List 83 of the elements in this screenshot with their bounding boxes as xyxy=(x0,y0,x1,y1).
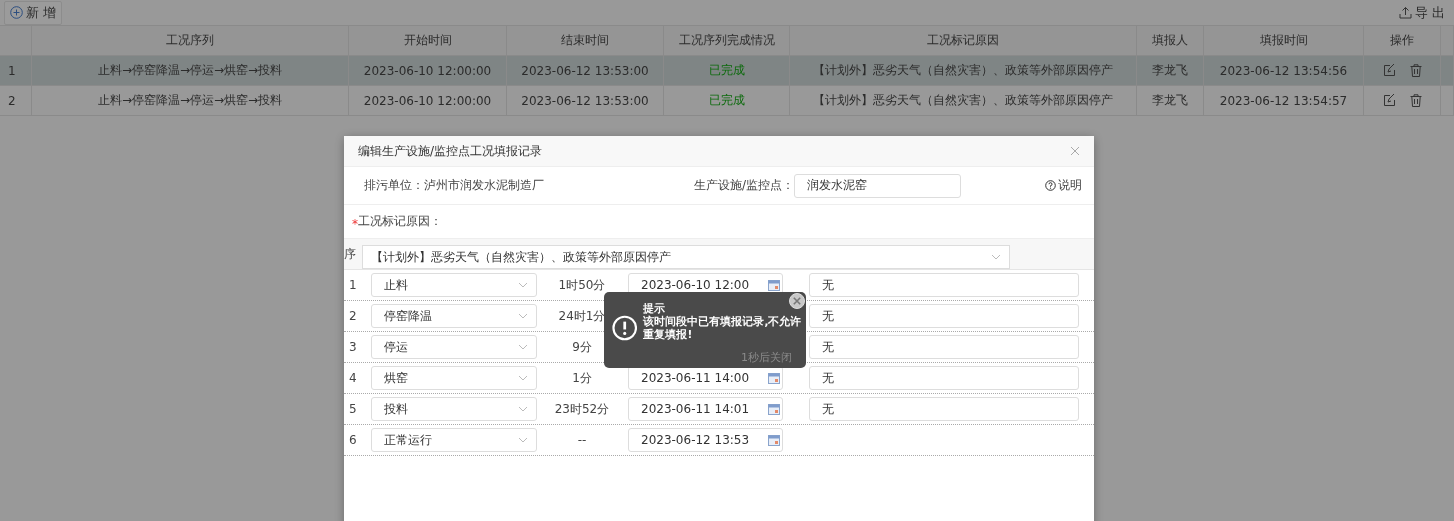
close-icon xyxy=(793,297,801,305)
table-cell: 李龙飞 xyxy=(1137,86,1204,116)
help-link[interactable]: 说明 xyxy=(1058,177,1082,194)
date-field[interactable]: 2023-06-11 14:01 xyxy=(628,397,783,421)
calendar-icon[interactable] xyxy=(768,372,780,384)
condition-select[interactable]: 烘窑 xyxy=(371,366,537,390)
row-number: 1 xyxy=(349,278,357,292)
row-number: 2 xyxy=(349,309,357,323)
edit-icon[interactable] xyxy=(1382,94,1396,107)
column-header: 结束时间 xyxy=(507,26,664,56)
row-number: 3 xyxy=(349,340,357,354)
column-header: 填报人 xyxy=(1137,26,1204,56)
status-cell: 已完成 xyxy=(664,86,790,116)
table-cell: 2023-06-12 13:54:56 xyxy=(1204,56,1364,86)
delete-icon[interactable] xyxy=(1409,94,1422,107)
calendar-icon[interactable] xyxy=(768,434,780,446)
caret-icon xyxy=(991,254,1001,260)
date-field[interactable]: 2023-06-12 13:53 xyxy=(628,428,783,452)
calendar-icon[interactable] xyxy=(768,279,780,291)
unit-label: 排污单位：泸州市润发水泥制造厂 xyxy=(364,177,545,194)
caret-icon xyxy=(518,344,528,350)
duration-text: 24时1分 xyxy=(557,307,607,325)
remark-field[interactable]: 无 xyxy=(809,335,1079,359)
table-cell: 2023-06-10 12:00:00 xyxy=(349,86,507,116)
caret-icon xyxy=(518,375,528,381)
duration-text: -- xyxy=(576,433,588,447)
condition-select[interactable]: 止料 xyxy=(371,273,537,297)
caret-icon xyxy=(518,437,528,443)
export-button[interactable]: 导 出 xyxy=(1393,1,1450,24)
warning-icon xyxy=(612,315,638,341)
table-cell: 止料→停窑降温→停运→烘窑→投料 xyxy=(32,56,349,86)
edit-icon[interactable] xyxy=(1382,64,1396,77)
duration-text: 9分 xyxy=(571,338,593,356)
help-icon[interactable] xyxy=(1045,180,1056,191)
table-cell: 李龙飞 xyxy=(1137,56,1204,86)
table-cell: 2023-06-12 13:53:00 xyxy=(507,86,664,116)
table-cell: 止料→停窑降温→停运→烘窑→投料 xyxy=(32,86,349,116)
table-cell: 2023-06-10 12:00:00 xyxy=(349,56,507,86)
column-header: 开始时间 xyxy=(349,26,507,56)
reason-label: 工况标记原因： xyxy=(358,213,442,230)
row-number: 4 xyxy=(349,371,357,385)
facility-field[interactable]: 润发水泥窑 xyxy=(794,173,961,198)
remark-field[interactable]: 无 xyxy=(809,397,1079,421)
row-number: 5 xyxy=(349,402,357,416)
plus-circle-icon xyxy=(10,6,23,19)
delete-icon[interactable] xyxy=(1409,64,1422,77)
column-header: 填报时间 xyxy=(1204,26,1364,56)
dialog-title: 编辑生产设施/监控点工况填报记录 xyxy=(358,142,543,160)
caret-icon xyxy=(518,406,528,412)
duration-text: 1时50分 xyxy=(557,276,607,294)
condition-select[interactable]: 正常运行 xyxy=(371,428,537,452)
status-cell: 已完成 xyxy=(664,56,790,86)
condition-select[interactable]: 投料 xyxy=(371,397,537,421)
close-icon[interactable] xyxy=(1070,146,1080,156)
required-mark: * xyxy=(352,216,358,231)
remark-field[interactable]: 无 xyxy=(809,304,1079,328)
table-cell: 2023-06-12 13:54:57 xyxy=(1204,86,1364,116)
condition-select[interactable]: 停运 xyxy=(371,335,537,359)
caret-icon xyxy=(518,282,528,288)
table-cell: 【计划外】恶劣天气（自然灾害）、政策等外部原因停产 xyxy=(790,86,1137,116)
duration-text: 23时52分 xyxy=(553,400,611,418)
column-header: 工况序列完成情况 xyxy=(664,26,790,56)
remark-field[interactable]: 无 xyxy=(809,273,1079,297)
row-number: 2 xyxy=(0,86,32,116)
remark-field[interactable]: 无 xyxy=(809,366,1079,390)
upload-icon xyxy=(1398,6,1412,19)
toast-text: 该时间段中已有填报记录,不允许重复填报! xyxy=(643,315,802,341)
table-cell: 【计划外】恶劣天气（自然灾害）、政策等外部原因停产 xyxy=(790,56,1137,86)
column-header: 工况标记原因 xyxy=(790,26,1137,56)
caret-icon xyxy=(518,313,528,319)
table-cell: 2023-06-12 13:53:00 xyxy=(507,56,664,86)
column-header: 操作 xyxy=(1364,26,1441,56)
condition-select[interactable]: 停窑降温 xyxy=(371,304,537,328)
duration-text: 1分 xyxy=(571,369,593,387)
calendar-icon[interactable] xyxy=(768,403,780,415)
row-number: 6 xyxy=(349,433,357,447)
facility-label: 生产设施/监控点： xyxy=(692,177,794,194)
column-header: 序 xyxy=(344,245,357,263)
column-header: 工况序列 xyxy=(32,26,349,56)
row-number: 1 xyxy=(0,56,32,86)
add-button[interactable]: 新 增 xyxy=(4,0,63,25)
reason-select[interactable]: 【计划外】恶劣天气（自然灾害）、政策等外部原因停产 xyxy=(362,245,1010,269)
toast-title: 提示 xyxy=(643,302,666,315)
